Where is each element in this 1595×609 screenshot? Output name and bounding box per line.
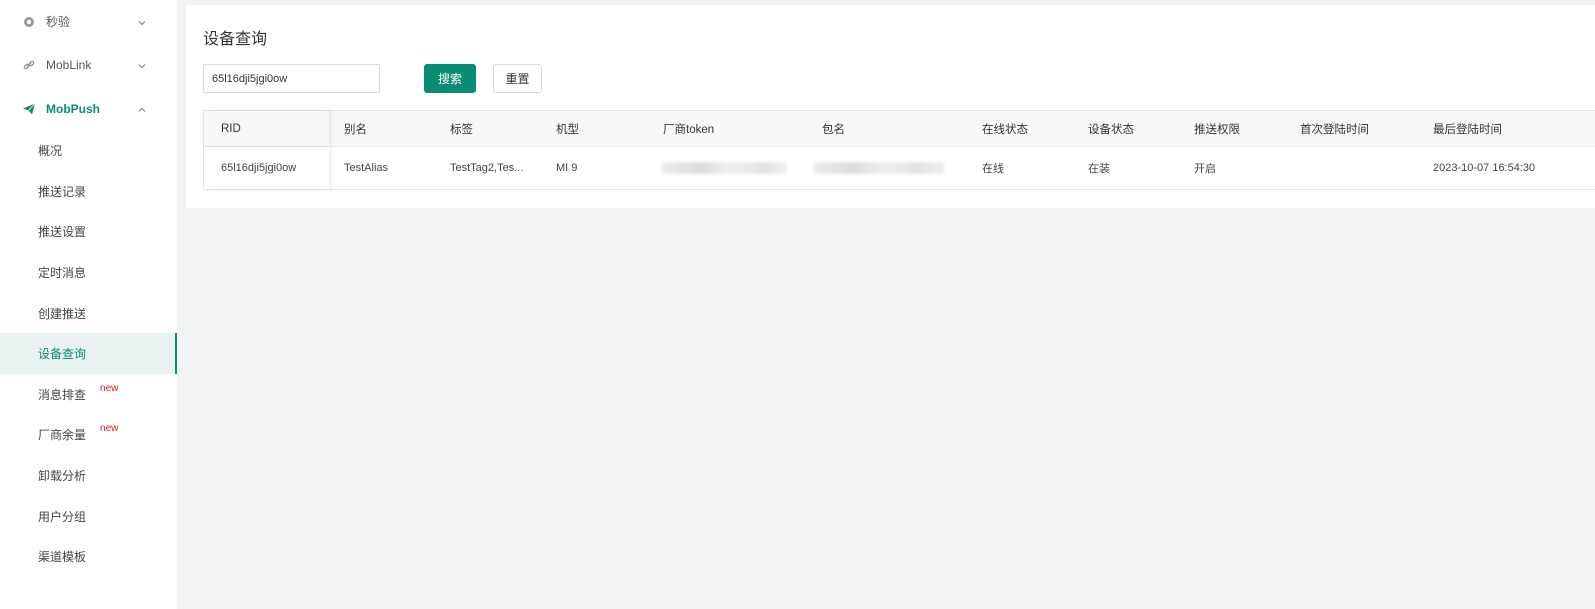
sidebar-item-push-settings[interactable]: 推送设置 — [0, 212, 177, 253]
sidebar-item-scheduled-messages[interactable]: 定时消息 — [0, 252, 177, 293]
header-tags: 标签 — [450, 123, 473, 136]
header-alias: 别名 — [344, 123, 367, 136]
sidebar-item-label: 创建推送 — [38, 306, 87, 321]
sidebar-item-message-troubleshoot[interactable]: 消息排查 new — [0, 374, 177, 415]
cell-device-status: 在装 — [1088, 163, 1110, 175]
sidebar: 秒验 MobLink MobPush 概况 推送记录 推送设置 定时消息 创建推… — [0, 0, 177, 609]
sidebar-item-label: 定时消息 — [38, 266, 87, 281]
header-online-status: 在线状态 — [982, 123, 1028, 136]
sidebar-item-label: 推送记录 — [38, 184, 87, 199]
sidebar-item-create-push[interactable]: 创建推送 — [0, 293, 177, 334]
cell-vendor-token-redacted — [662, 147, 792, 189]
chevron-down-icon — [137, 17, 147, 27]
nav-group-label: MobLink — [46, 58, 92, 73]
header-first-login: 首次登陆时间 — [1300, 123, 1369, 136]
cell-rid: 65l16dji5jgi0ow — [221, 162, 297, 174]
nav-group-label: MobPush — [46, 101, 100, 116]
search-button[interactable]: 搜索 — [424, 64, 476, 93]
header-rid: RID — [221, 122, 241, 135]
header-push-permission: 推送权限 — [1194, 123, 1240, 136]
sidebar-item-label: 卸载分析 — [38, 469, 87, 484]
sidebar-item-label: 渠道模板 — [38, 550, 87, 565]
cell-tags: TestTag2,Tes... — [450, 162, 524, 174]
sidebar-item-label: 推送设置 — [38, 225, 87, 240]
cell-push-permission: 开启 — [1194, 163, 1216, 175]
sidebar-item-label: 用户分组 — [38, 509, 87, 524]
chevron-up-icon — [137, 104, 147, 114]
header-vendor-token: 厂商token — [663, 123, 715, 136]
search-input[interactable] — [203, 64, 380, 93]
header-model: 机型 — [556, 123, 579, 136]
nav-group-mobpush[interactable]: MobPush — [0, 87, 177, 131]
sidebar-item-vendor-quota[interactable]: 厂商余量 new — [0, 415, 177, 456]
nav-group-moblink[interactable]: MobLink — [0, 44, 177, 88]
clock-icon — [22, 15, 36, 29]
device-query-panel: 设备查询 搜索 重置 RID 别名 标签 机型 厂商token 包名 在线状态 … — [186, 5, 1595, 208]
cell-alias: TestAlias — [344, 162, 389, 174]
sidebar-item-label: 设备查询 — [38, 347, 87, 362]
cell-model: MI 9 — [556, 162, 578, 174]
page-title: 设备查询 — [203, 31, 268, 48]
sidebar-item-device-query[interactable]: 设备查询 — [0, 333, 177, 375]
cell-package-redacted — [814, 147, 949, 189]
cell-online-status: 在线 — [982, 163, 1004, 175]
cell-last-login: 2023-10-07 16:54:30 — [1433, 162, 1536, 174]
device-table: RID 别名 标签 机型 厂商token 包名 在线状态 设备状态 推送权限 首… — [203, 110, 1595, 190]
chevron-down-icon — [137, 60, 147, 70]
sidebar-item-channel-templates[interactable]: 渠道模板 — [0, 536, 177, 577]
sidebar-item-label: 厂商余量 — [38, 428, 87, 443]
sidebar-item-label: 概况 — [38, 144, 63, 159]
table-row[interactable]: 65l16dji5jgi0ow TestAlias TestTag2,Tes..… — [204, 147, 1595, 189]
sidebar-item-overview[interactable]: 概况 — [0, 131, 177, 172]
nav-group-miaoyan[interactable]: 秒验 — [0, 0, 177, 44]
new-badge: new — [100, 423, 119, 435]
header-package: 包名 — [822, 123, 845, 136]
new-badge: new — [100, 382, 119, 394]
sidebar-item-push-records[interactable]: 推送记录 — [0, 171, 177, 212]
sidebar-item-user-groups[interactable]: 用户分组 — [0, 496, 177, 537]
header-device-status: 设备状态 — [1088, 123, 1134, 136]
sidebar-item-uninstall-analysis[interactable]: 卸载分析 — [0, 455, 177, 496]
sidebar-item-label: 消息排查 — [38, 387, 87, 402]
table-header: RID 别名 标签 机型 厂商token 包名 在线状态 设备状态 推送权限 首… — [204, 111, 1595, 147]
paper-plane-icon — [22, 102, 36, 116]
nav-group-label: 秒验 — [46, 15, 71, 30]
reset-button[interactable]: 重置 — [493, 64, 542, 93]
header-last-login: 最后登陆时间 — [1433, 123, 1502, 136]
link-icon — [22, 58, 36, 72]
